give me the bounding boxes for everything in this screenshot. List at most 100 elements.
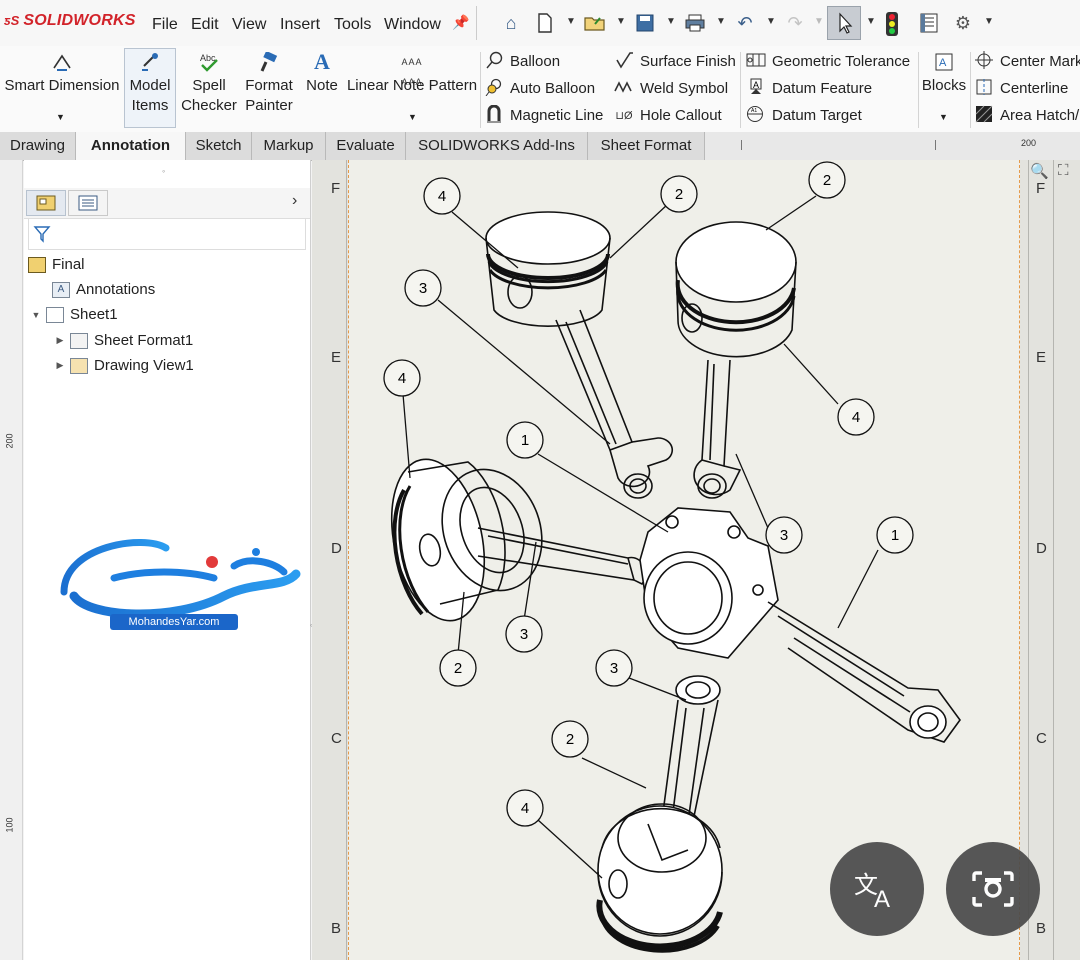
redo-dropdown-icon[interactable]: ▼ xyxy=(814,16,824,27)
balloon-item-2[interactable]: 2 xyxy=(439,649,477,687)
undo-dropdown-icon[interactable]: ▼ xyxy=(766,16,776,27)
tree-sheet-format-label: Sheet Format1 xyxy=(94,332,194,349)
filter-field[interactable] xyxy=(28,218,306,250)
menu-window[interactable]: Window xyxy=(384,16,441,34)
tree-item-sheet-format[interactable]: ▶ Sheet Format1 xyxy=(54,332,194,349)
open-folder-icon[interactable] xyxy=(582,10,608,36)
panel-grip-icon[interactable]: ◦ xyxy=(162,166,165,176)
note-button[interactable]: A Note xyxy=(302,51,342,96)
property-manager-tab[interactable] xyxy=(68,190,108,216)
tab-markup[interactable]: Markup xyxy=(252,132,326,160)
camera-search-icon xyxy=(972,871,1014,907)
note-pattern-dropdown-icon[interactable]: ▼ xyxy=(408,112,417,122)
magnetic-line-button[interactable]: Magnetic Line xyxy=(484,104,603,126)
new-document-icon[interactable] xyxy=(532,10,558,36)
menu-edit[interactable]: Edit xyxy=(191,16,219,34)
balloon-item-3[interactable]: 3 xyxy=(595,649,633,687)
options-dropdown-icon[interactable]: ▼ xyxy=(984,16,994,27)
tab-sheet-format[interactable]: Sheet Format xyxy=(588,132,705,160)
select-dropdown-icon[interactable]: ▼ xyxy=(866,16,876,27)
save-dropdown-icon[interactable]: ▼ xyxy=(666,16,676,27)
print-icon[interactable] xyxy=(682,10,708,36)
geometric-tolerance-button[interactable]: Geometric Tolerance xyxy=(746,50,910,72)
zoom-to-fit-icon[interactable]: 🔍 xyxy=(1030,162,1049,180)
top-ruler: 200 xyxy=(705,132,1080,161)
expand-caret-icon[interactable]: ▶ xyxy=(54,335,66,346)
tab-drawing[interactable]: Drawing xyxy=(0,132,76,160)
chevron-right-icon[interactable]: › xyxy=(292,192,297,210)
blocks-dropdown-icon[interactable]: ▼ xyxy=(939,112,948,122)
zone-label-right: F xyxy=(1036,180,1046,197)
redo-icon[interactable]: ↷ xyxy=(782,10,808,36)
spell-checker-button[interactable]: Abc Spell Checker xyxy=(180,52,238,116)
sheet-icon xyxy=(46,306,64,323)
auto-balloon-button[interactable]: Auto Balloon xyxy=(484,77,595,99)
balloon-item-1[interactable]: 1 xyxy=(876,516,914,554)
format-painter-button[interactable]: Format Painter xyxy=(240,50,298,116)
balloon-item-4[interactable]: 4 xyxy=(383,359,421,397)
blocks-button[interactable]: A Blocks xyxy=(920,52,968,96)
svg-text:A1: A1 xyxy=(751,108,757,114)
drawing-view-icon xyxy=(70,357,88,374)
balloon-item-4[interactable]: 4 xyxy=(423,177,461,215)
tree-item-annotations[interactable]: A Annotations xyxy=(52,281,155,298)
balloon-item-2[interactable]: 2 xyxy=(551,720,589,758)
balloon-button[interactable]: Balloon xyxy=(484,50,560,72)
tree-item-root[interactable]: Final xyxy=(28,256,85,273)
menu-insert[interactable]: Insert xyxy=(280,16,320,34)
rebuild-traffic-light-icon[interactable] xyxy=(886,12,898,36)
translate-button[interactable]: 文 A xyxy=(830,842,924,936)
menu-view[interactable]: View xyxy=(232,16,266,34)
area-hatch-button[interactable]: Area Hatch/ xyxy=(974,104,1079,126)
home-icon[interactable]: ⌂ xyxy=(498,10,524,36)
datum-target-button[interactable]: A1 Datum Target xyxy=(746,104,862,126)
select-tool-button[interactable] xyxy=(827,6,861,40)
datum-feature-button[interactable]: A Datum Feature xyxy=(746,77,872,99)
balloon-item-3[interactable]: 3 xyxy=(404,269,442,307)
weld-symbol-button[interactable]: Weld Symbol xyxy=(614,77,728,99)
menu-tools[interactable]: Tools xyxy=(334,16,371,34)
tab-solidworks-add-ins[interactable]: SOLIDWORKS Add-Ins xyxy=(406,132,588,160)
tab-sketch[interactable]: Sketch xyxy=(186,132,252,160)
smart-dimension-button[interactable]: Smart Dimension xyxy=(4,52,120,96)
tree-item-drawing-view[interactable]: ▶ Drawing View1 xyxy=(54,357,194,374)
linear-note-pattern-button[interactable]: AAA AAA Linear Note Pattern xyxy=(346,52,478,96)
new-dropdown-icon[interactable]: ▼ xyxy=(566,16,576,27)
smart-dimension-dropdown-icon[interactable]: ▼ xyxy=(56,112,65,122)
tab-annotation[interactable]: Annotation xyxy=(76,132,186,161)
solidworks-logo[interactable]: ƽS SOLIDWORKS xyxy=(4,12,136,30)
surface-finish-button[interactable]: Surface Finish xyxy=(614,50,736,72)
balloon-item-4[interactable]: 4 xyxy=(506,789,544,827)
ruler-tick xyxy=(935,140,936,150)
balloon-item-2[interactable]: 2 xyxy=(660,175,698,213)
feature-manager-tab[interactable] xyxy=(26,190,66,216)
tab-evaluate[interactable]: Evaluate xyxy=(326,132,406,160)
balloon-item-4[interactable]: 4 xyxy=(837,398,875,436)
hole-callout-button[interactable]: ⊔Ø Hole Callout xyxy=(614,104,721,126)
tree-item-sheet[interactable]: ▼ Sheet1 xyxy=(30,306,118,323)
balloon-item-3[interactable]: 3 xyxy=(505,615,543,653)
options-gear-icon[interactable]: ⚙ xyxy=(950,10,976,36)
balloon-item-3[interactable]: 3 xyxy=(765,516,803,554)
view-orientation-icon[interactable]: ⛶ xyxy=(1058,162,1069,179)
undo-icon[interactable]: ↶ xyxy=(732,10,758,36)
save-icon[interactable] xyxy=(632,10,658,36)
translate-icon: 文 A xyxy=(854,871,890,911)
piston-assembly-bottom xyxy=(596,675,723,953)
balloon-item-1[interactable]: 1 xyxy=(506,421,544,459)
right-border-strip xyxy=(1028,160,1054,960)
file-properties-icon[interactable] xyxy=(916,10,942,36)
model-items-button[interactable]: Model Items xyxy=(124,52,176,116)
menu-file[interactable]: File xyxy=(152,16,178,34)
expand-caret-icon[interactable]: ▶ xyxy=(54,360,66,371)
print-dropdown-icon[interactable]: ▼ xyxy=(716,16,726,27)
pin-icon[interactable]: 📌 xyxy=(452,14,469,31)
balloon-item-2[interactable]: 2 xyxy=(808,161,846,199)
area-hatch-label: Area Hatch/ xyxy=(1000,106,1080,124)
lens-search-button[interactable] xyxy=(946,842,1040,936)
collapse-caret-icon[interactable]: ▼ xyxy=(30,310,42,320)
assembly-drawing-view[interactable]: 4 2 2 3 4 4 1 3 1 3 2 3 2 4 xyxy=(348,160,1028,960)
center-mark-button[interactable]: Center Mark xyxy=(974,50,1080,72)
open-dropdown-icon[interactable]: ▼ xyxy=(616,16,626,27)
centerline-button[interactable]: Centerline xyxy=(974,77,1068,99)
